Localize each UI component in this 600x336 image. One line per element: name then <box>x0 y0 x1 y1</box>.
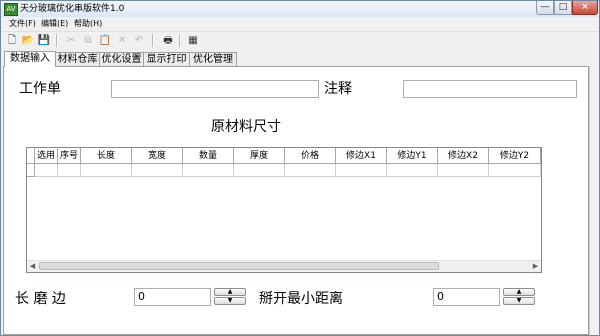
work-order-label: 工作单 <box>19 81 61 97</box>
table-cell[interactable] <box>81 164 132 177</box>
paste-icon[interactable]: 📋 <box>98 34 112 47</box>
break-distance-input[interactable]: 0 <box>433 288 500 306</box>
break-distance-up-button[interactable]: ▲ <box>503 288 535 296</box>
row-indicator <box>27 164 35 177</box>
scroll-right-icon[interactable]: ▶ <box>530 261 541 271</box>
table-cell[interactable] <box>336 164 387 177</box>
break-distance-down-button[interactable]: ▼ <box>503 297 535 305</box>
column-header[interactable]: 修边X1 <box>336 148 387 164</box>
toolbar: 🗋 📂 💾 ✂ ⧉ 📋 ✕ ↶ 🖶 ▦ <box>1 31 599 50</box>
table-new-row[interactable] <box>27 164 541 177</box>
material-table[interactable]: 选用 序号 长度 宽度 数量 厚度 价格 修边X1 修边Y1 修边X2 修边Y2 <box>26 147 542 273</box>
table-cell[interactable] <box>183 164 234 177</box>
grid-icon[interactable]: ▦ <box>186 34 200 47</box>
scroll-left-icon[interactable]: ◀ <box>27 261 38 271</box>
minimize-button[interactable]: — <box>536 1 554 15</box>
table-horizontal-scrollbar[interactable]: ◀ ▶ <box>27 260 541 272</box>
column-header[interactable]: 序号 <box>58 148 81 164</box>
column-header[interactable]: 厚度 <box>234 148 285 164</box>
section-title: 原材料尺寸 <box>211 119 281 135</box>
table-cell[interactable] <box>285 164 336 177</box>
arrow-down-icon: ▼ <box>516 297 522 304</box>
print-icon[interactable]: 🖶 <box>161 34 175 47</box>
edge-grind-down-button[interactable]: ▼ <box>214 297 246 305</box>
tab-material-warehouse[interactable]: 材料仓库 <box>55 52 100 66</box>
new-file-icon[interactable]: 🗋 <box>5 34 19 47</box>
menu-edit[interactable]: 编辑(E) <box>41 18 68 29</box>
window-title: 天分玻璃优化串版软件1.0 <box>20 4 125 14</box>
table-cell[interactable] <box>132 164 183 177</box>
save-icon[interactable]: 💾 <box>37 34 51 47</box>
column-header[interactable]: 选用 <box>35 148 58 164</box>
table-cell[interactable] <box>438 164 489 177</box>
row-indicator-header <box>27 148 35 164</box>
delete-icon[interactable]: ✕ <box>115 34 129 47</box>
column-header[interactable]: 长度 <box>81 148 132 164</box>
menu-bar: 文件(F) 编辑(E) 帮助(H) <box>1 17 599 30</box>
column-header[interactable]: 修边X2 <box>438 148 489 164</box>
edge-grind-up-button[interactable]: ▲ <box>214 288 246 296</box>
table-cell[interactable] <box>35 164 58 177</box>
edge-grind-input[interactable]: 0 <box>134 288 211 306</box>
column-header[interactable]: 修边Y2 <box>489 148 541 164</box>
column-header[interactable]: 宽度 <box>132 148 183 164</box>
table-cell[interactable] <box>234 164 285 177</box>
toolbar-separator <box>152 34 154 47</box>
menu-file[interactable]: 文件(F) <box>9 18 36 29</box>
table-header: 选用 序号 长度 宽度 数量 厚度 价格 修边X1 修边Y1 修边X2 修边Y2 <box>27 148 541 164</box>
close-button[interactable]: × <box>572 1 598 15</box>
table-cell[interactable] <box>489 164 541 177</box>
toolbar-separator <box>56 34 58 47</box>
edge-grind-label: 长 磨 边 <box>15 291 66 307</box>
tab-display-print[interactable]: 显示打印 <box>143 52 190 66</box>
arrow-down-icon: ▼ <box>227 297 233 304</box>
tab-optimize-settings[interactable]: 优化设置 <box>99 52 144 66</box>
tab-optimize-management[interactable]: 优化管理 <box>189 52 237 66</box>
work-order-input[interactable] <box>111 80 319 98</box>
note-input[interactable] <box>403 80 577 98</box>
arrow-up-icon: ▲ <box>516 288 522 295</box>
undo-icon[interactable]: ↶ <box>132 34 146 47</box>
note-label: 注释 <box>324 81 352 97</box>
maximize-button[interactable]: □ <box>554 1 572 15</box>
break-distance-label: 掰开最小距离 <box>259 291 343 307</box>
tab-data-input[interactable]: 数据输入 <box>4 51 56 67</box>
scroll-thumb[interactable] <box>39 262 439 270</box>
toolbar-separator <box>179 34 181 47</box>
title-bar[interactable]: AV 天分玻璃优化串版软件1.0 — □ × <box>1 1 599 17</box>
panel-scrollbar[interactable] <box>589 66 599 335</box>
open-folder-icon[interactable]: 📂 <box>21 34 35 47</box>
tab-strip: 数据输入 材料仓库 优化设置 显示打印 优化管理 <box>1 51 599 67</box>
column-header[interactable]: 价格 <box>285 148 336 164</box>
copy-icon[interactable]: ⧉ <box>81 34 95 47</box>
cut-icon[interactable]: ✂ <box>64 34 78 47</box>
table-cell[interactable] <box>387 164 438 177</box>
table-cell[interactable] <box>58 164 81 177</box>
menu-help[interactable]: 帮助(H) <box>74 18 102 29</box>
app-icon: AV <box>4 3 18 16</box>
column-header[interactable]: 修边Y1 <box>387 148 438 164</box>
main-window: AV 天分玻璃优化串版软件1.0 — □ × 文件(F) 编辑(E) 帮助(H)… <box>0 0 600 336</box>
arrow-up-icon: ▲ <box>227 288 233 295</box>
column-header[interactable]: 数量 <box>183 148 234 164</box>
